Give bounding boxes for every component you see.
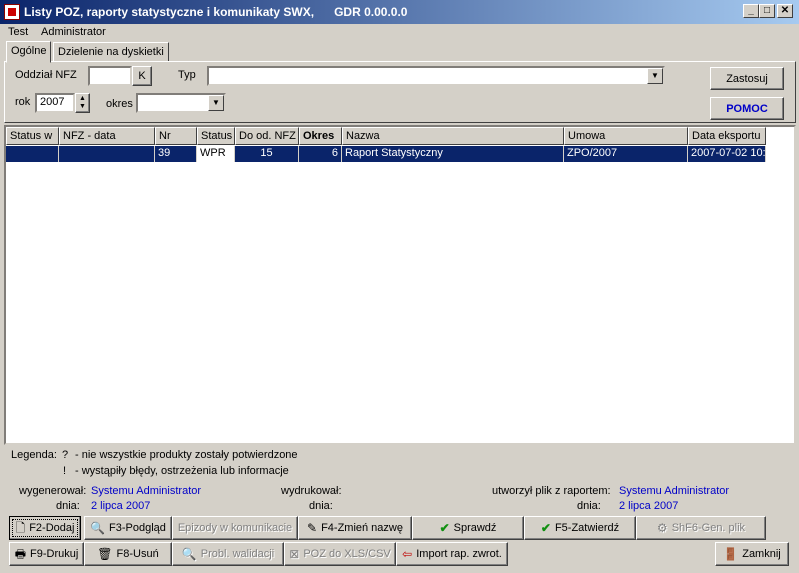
minimize-button[interactable]: _ bbox=[743, 4, 759, 18]
printed-label: wydrukował: bbox=[281, 485, 342, 497]
col-nfz-data[interactable]: NFZ - data bbox=[59, 127, 155, 145]
col-data-eksportu[interactable]: Data eksportu bbox=[688, 127, 766, 145]
print-button[interactable]: 🖶 F9-Drukuj bbox=[9, 542, 84, 566]
preview-button-label: F3-Podgląd bbox=[109, 522, 166, 534]
window-title: Listy POZ, raporty statystyczne i komuni… bbox=[24, 5, 408, 19]
col-nazwa[interactable]: Nazwa bbox=[342, 127, 564, 145]
spreadsheet-icon: ⊠ bbox=[289, 547, 300, 561]
legend-title: Legenda: bbox=[11, 449, 57, 461]
cell-nazwa[interactable]: Raport Statystyczny bbox=[342, 146, 564, 162]
spin-down-icon[interactable]: ▼ bbox=[79, 103, 86, 111]
gen-file-button[interactable]: ⚙ ShF6-Gen. plik bbox=[636, 516, 766, 540]
printed-date-label: dnia: bbox=[309, 500, 333, 512]
gen-file-button-label: ShF6-Gen. plik bbox=[671, 522, 746, 534]
exit-door-icon: 🚪 bbox=[723, 547, 739, 561]
chevron-down-icon[interactable]: ▼ bbox=[208, 95, 224, 111]
import-icon: ⇦ bbox=[402, 547, 413, 561]
legend-q-mark: ? bbox=[62, 449, 69, 461]
generated-date: 2 lipca 2007 bbox=[91, 500, 151, 512]
checkmark-icon: ✔ bbox=[540, 521, 551, 535]
oddzial-label: Oddział NFZ bbox=[15, 69, 77, 81]
tab-ogolne[interactable]: Ogólne bbox=[6, 41, 52, 63]
okres-combo[interactable]: ▼ bbox=[136, 93, 226, 113]
cell-okres[interactable]: 6 bbox=[299, 146, 342, 162]
help-button[interactable]: POMOC bbox=[710, 97, 784, 120]
rok-spinner[interactable]: ▲ ▼ bbox=[75, 93, 90, 113]
typ-label: Typ bbox=[178, 69, 196, 81]
file-date: 2 lipca 2007 bbox=[619, 500, 679, 512]
validation-button-label: Probl. walidacji bbox=[200, 548, 275, 560]
printer-icon: 🖶 bbox=[14, 547, 27, 561]
generated-label: wygenerował: bbox=[19, 485, 87, 497]
legend-e-text: - wystąpiły błędy, ostrzeżenia lub infor… bbox=[75, 465, 289, 477]
menu-test[interactable]: Test bbox=[8, 26, 28, 38]
col-nr[interactable]: Nr bbox=[155, 127, 197, 145]
close-button[interactable]: 🚪 Zamknij bbox=[715, 542, 789, 566]
new-document-icon: 🗋 bbox=[15, 521, 26, 535]
approve-button[interactable]: ✔ F5-Zatwierdź bbox=[524, 516, 636, 540]
file-date-label: dnia: bbox=[577, 500, 601, 512]
cell-nfz-data[interactable] bbox=[59, 146, 155, 162]
magnifier-icon: 🔍 bbox=[90, 521, 106, 535]
legend-q-text: - nie wszystkie produkty zostały potwier… bbox=[75, 449, 298, 461]
generated-date-label: dnia: bbox=[56, 500, 80, 512]
chevron-down-icon[interactable]: ▼ bbox=[647, 68, 663, 84]
export-button-label: POZ do XLS/CSV bbox=[303, 548, 391, 560]
check-button[interactable]: ✔ Sprawdź bbox=[412, 516, 524, 540]
menu-administrator[interactable]: Administrator bbox=[41, 26, 106, 38]
import-button[interactable]: ⇦ Import rap. zwrot. bbox=[396, 542, 508, 566]
validation-button[interactable]: 🔍 Probl. walidacji bbox=[172, 542, 284, 566]
app-icon bbox=[4, 4, 20, 20]
checkmark-icon: ✔ bbox=[439, 521, 450, 535]
cell-status[interactable]: WPR bbox=[197, 146, 235, 162]
tab-dzielenie[interactable]: Dzielenie na dyskietki bbox=[53, 42, 169, 62]
add-button-label: F2-Dodaj bbox=[29, 522, 75, 534]
col-status-w[interactable]: Status w bbox=[6, 127, 59, 145]
approve-button-label: F5-Zatwierdź bbox=[554, 522, 620, 534]
okres-label: okres bbox=[106, 98, 133, 110]
col-status[interactable]: Status bbox=[197, 127, 235, 145]
rok-label: rok bbox=[15, 96, 31, 108]
col-do-od-nfz[interactable]: Do od. NFZ bbox=[235, 127, 299, 145]
check-button-label: Sprawdź bbox=[453, 522, 497, 534]
col-umowa[interactable]: Umowa bbox=[564, 127, 688, 145]
trash-icon: 🗑 bbox=[97, 547, 113, 561]
add-button[interactable]: 🗋 F2-Dodaj bbox=[9, 516, 81, 540]
search-icon: 🔍 bbox=[181, 547, 197, 561]
rok-input[interactable]: 2007 bbox=[35, 93, 75, 113]
col-okres[interactable]: Okres bbox=[299, 127, 342, 145]
rename-button[interactable]: ✎ F4-Zmień nazwę bbox=[298, 516, 412, 540]
episodes-button[interactable]: Epizody w komunikacie bbox=[172, 516, 298, 540]
edit-icon: ✎ bbox=[307, 521, 318, 535]
close-button-label: Zamknij bbox=[742, 548, 781, 560]
spin-up-icon[interactable]: ▲ bbox=[79, 95, 86, 103]
cell-umowa[interactable]: ZPO/2007 bbox=[564, 146, 688, 162]
delete-button-label: F8-Usuń bbox=[116, 548, 159, 560]
cell-nr[interactable]: 39 bbox=[155, 146, 197, 162]
title-bar: Listy POZ, raporty statystyczne i komuni… bbox=[0, 0, 799, 24]
export-button[interactable]: ⊠ POZ do XLS/CSV bbox=[284, 542, 396, 566]
file-by: Systemu Administrator bbox=[619, 485, 730, 497]
print-button-label: F9-Drukuj bbox=[30, 548, 79, 560]
gear-icon: ⚙ bbox=[656, 521, 668, 535]
generated-by: Systemu Administrator bbox=[91, 485, 202, 497]
delete-button[interactable]: 🗑 F8-Usuń bbox=[84, 542, 172, 566]
file-label: utworzył plik z raportem: bbox=[492, 485, 611, 497]
preview-button[interactable]: 🔍 F3-Podgląd bbox=[84, 516, 172, 540]
rename-button-label: F4-Zmień nazwę bbox=[321, 522, 403, 534]
cell-do-od-nfz[interactable]: 15 bbox=[235, 146, 299, 162]
import-button-label: Import rap. zwrot. bbox=[416, 548, 502, 560]
menu-bar: Test Administrator bbox=[0, 24, 799, 42]
maximize-button[interactable]: □ bbox=[759, 4, 775, 18]
cell-status-w[interactable] bbox=[6, 146, 59, 162]
filter-panel: Oddział NFZ K Typ ▼ rok 2007 ▲ ▼ okres ▼… bbox=[4, 61, 796, 123]
close-window-button[interactable]: ✕ bbox=[777, 4, 793, 18]
reports-grid[interactable]: Status w NFZ - data Nr Status Do od. NFZ… bbox=[4, 125, 796, 445]
oddzial-picker-button[interactable]: K bbox=[132, 66, 152, 86]
typ-combo[interactable]: ▼ bbox=[207, 66, 665, 86]
legend-e-mark: ! bbox=[63, 465, 67, 477]
cell-data-eksportu[interactable]: 2007-07-02 10: bbox=[688, 146, 766, 162]
oddzial-input[interactable] bbox=[88, 66, 132, 86]
apply-button[interactable]: Zastosuj bbox=[710, 67, 784, 90]
